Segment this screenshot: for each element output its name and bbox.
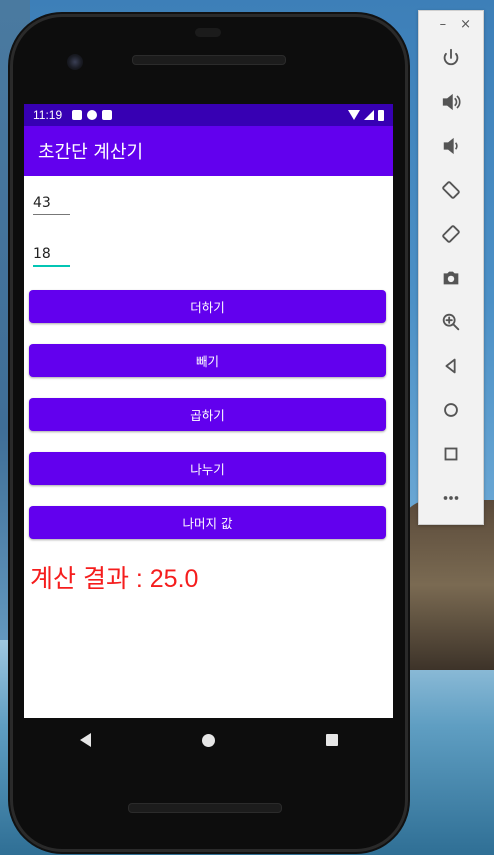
front-camera-icon xyxy=(67,54,83,70)
rotate-left-icon xyxy=(442,181,460,199)
camera-icon xyxy=(443,271,459,285)
phone-sensor xyxy=(195,28,221,37)
notification-sd-icon xyxy=(102,110,113,120)
android-nav-bar xyxy=(24,718,393,762)
notification-a-icon xyxy=(72,110,83,120)
divide-button[interactable]: 나누기 xyxy=(29,452,386,485)
app-title: 초간단 계산기 xyxy=(38,142,144,163)
second-number-input[interactable]: 18 xyxy=(33,246,70,267)
add-button[interactable]: 더하기 xyxy=(29,290,386,323)
status-right-icons xyxy=(348,109,384,121)
overview-icon xyxy=(444,447,458,461)
signal-icon xyxy=(364,110,374,120)
zoom-icon xyxy=(442,313,460,331)
nav-back-icon[interactable] xyxy=(79,733,91,747)
rotate-left-button[interactable] xyxy=(419,175,483,205)
more-icon xyxy=(443,496,459,500)
status-time: 11:19 xyxy=(33,108,63,122)
emulator-toolbar: – × xyxy=(418,10,484,525)
first-number-input[interactable]: 43 xyxy=(33,195,70,215)
battery-icon xyxy=(378,109,384,121)
volume-down-button[interactable] xyxy=(419,131,483,161)
nav-recent-icon[interactable] xyxy=(325,734,338,746)
close-button[interactable]: × xyxy=(460,17,471,32)
bottom-speaker xyxy=(128,803,282,813)
multiply-button[interactable]: 곱하기 xyxy=(29,398,386,431)
volume-up-icon xyxy=(442,93,461,111)
overview-button[interactable] xyxy=(419,439,483,469)
remainder-button[interactable]: 나머지 값 xyxy=(29,506,386,539)
desktop-background-rock xyxy=(400,500,494,670)
minimize-button[interactable]: – xyxy=(440,17,447,32)
power-button[interactable] xyxy=(419,43,483,73)
volume-up-button[interactable] xyxy=(419,87,483,117)
volume-down-icon xyxy=(443,137,458,155)
rotate-right-button[interactable] xyxy=(419,219,483,249)
power-icon xyxy=(443,48,459,66)
back-icon xyxy=(445,358,456,374)
emulator-window-controls: – × xyxy=(419,11,483,37)
top-speaker xyxy=(132,55,286,65)
screenshot-button[interactable] xyxy=(419,263,483,293)
home-button[interactable] xyxy=(419,395,483,425)
home-icon xyxy=(444,403,458,417)
nav-home-icon[interactable] xyxy=(201,733,215,747)
back-button[interactable] xyxy=(419,351,483,381)
result-text: 계산 결과 : 25.0 xyxy=(30,565,199,593)
status-bar: 11:19 xyxy=(24,104,393,126)
app-bar: 초간단 계산기 xyxy=(24,126,393,176)
more-button[interactable] xyxy=(419,483,483,513)
notification-play-icon xyxy=(87,110,98,120)
zoom-button[interactable] xyxy=(419,307,483,337)
wifi-icon xyxy=(348,110,360,120)
subtract-button[interactable]: 빼기 xyxy=(29,344,386,377)
device-screen: 11:19 초간단 계산기 43 18 더하기 빼기 곱하기 나누기 나머지 값… xyxy=(24,104,393,718)
rotate-right-icon xyxy=(442,225,460,243)
